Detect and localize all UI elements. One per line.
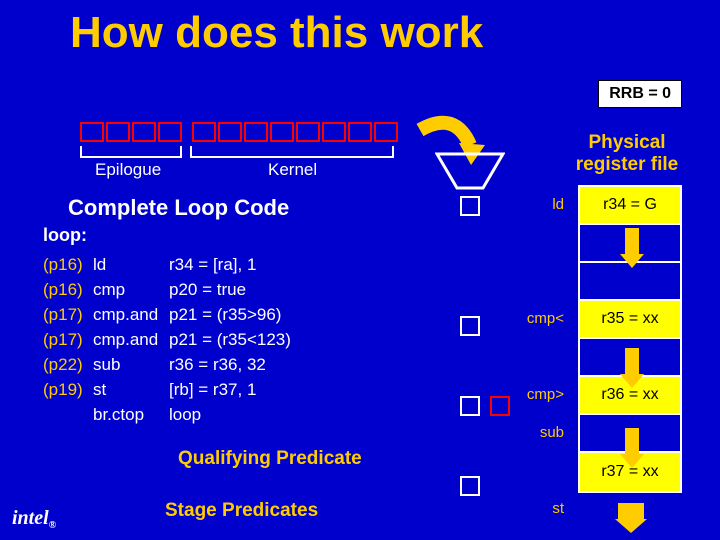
marker-box — [460, 476, 480, 496]
kernel-label: Kernel — [268, 160, 317, 180]
code-line: (p16) cmp p20 = true — [43, 277, 291, 302]
code-line: (p22) sub r36 = r36, 32 — [43, 352, 291, 377]
pipeline-row — [80, 122, 398, 142]
slide-title: How does this work — [70, 8, 483, 58]
epilogue-brace — [80, 146, 182, 158]
op-labels-column: ld cmp< cmp> sub st — [520, 185, 570, 527]
opcode: br.ctop — [93, 402, 169, 427]
predicate: (p16) — [43, 252, 93, 277]
opcode: cmp.and — [93, 302, 169, 327]
args: p21 = (r35>96) — [169, 302, 281, 327]
down-arrow-icon — [625, 348, 639, 376]
predicate — [43, 402, 93, 427]
pipeline-stage-box — [374, 122, 398, 142]
args: r34 = [ra], 1 — [169, 252, 256, 277]
op-label — [520, 261, 570, 299]
op-label — [520, 337, 570, 375]
marker-box-highlight — [490, 396, 510, 416]
op-label — [520, 223, 570, 261]
pipeline-stage-box — [158, 122, 182, 142]
op-label: ld — [520, 185, 570, 223]
prf-title: Physical register file — [562, 132, 692, 176]
opcode: cmp — [93, 277, 169, 302]
predicate: (p17) — [43, 302, 93, 327]
pipeline-stage-box — [132, 122, 156, 142]
down-arrow-icon — [625, 428, 639, 456]
marker-box — [460, 196, 480, 216]
slide: How does this work RRB = 0 Epilogue Kern… — [0, 0, 720, 540]
funnel-icon — [435, 152, 505, 200]
op-label — [520, 451, 570, 489]
pipeline-stage-box — [192, 122, 216, 142]
down-arrow-icon — [625, 228, 639, 256]
predicate: (p17) — [43, 327, 93, 352]
code-line: (p19) st [rb] = r37, 1 — [43, 377, 291, 402]
op-label: sub — [520, 413, 570, 451]
qualifying-predicate-label: Qualifying Predicate — [178, 448, 362, 470]
code-line: (p16) ld r34 = [ra], 1 — [43, 252, 291, 277]
opcode: st — [93, 377, 169, 402]
predicate: (p16) — [43, 277, 93, 302]
down-arrow-icon — [618, 503, 644, 521]
code-line: (p17) cmp.and p21 = (r35>96) — [43, 302, 291, 327]
marker-box — [460, 396, 480, 416]
kernel-brace — [190, 146, 394, 158]
op-label: cmp> — [520, 375, 570, 413]
args: [rb] = r37, 1 — [169, 377, 256, 402]
pipeline-stage-box — [244, 122, 268, 142]
opcode: sub — [93, 352, 169, 377]
prf-cell — [580, 263, 680, 301]
pipeline-stage-box — [348, 122, 372, 142]
code-line: (p17) cmp.and p21 = (r35<123) — [43, 327, 291, 352]
complete-loop-code-heading: Complete Loop Code — [68, 195, 289, 221]
args: p21 = (r35<123) — [169, 327, 291, 352]
prf-cell: r34 = G — [580, 187, 680, 225]
stage-predicates-label: Stage Predicates — [165, 500, 318, 522]
code-block: (p16) ld r34 = [ra], 1 (p16) cmp p20 = t… — [43, 252, 291, 427]
opcode: cmp.and — [93, 327, 169, 352]
pipeline-stage-box — [106, 122, 130, 142]
pipeline-stage-box — [80, 122, 104, 142]
code-line: br.ctop loop — [43, 402, 291, 427]
rrb-indicator: RRB = 0 — [598, 80, 682, 108]
predicate: (p22) — [43, 352, 93, 377]
args: p20 = true — [169, 277, 246, 302]
prf-cell: r35 = xx — [580, 301, 680, 339]
op-label: st — [520, 489, 570, 527]
epilogue-label: Epilogue — [95, 160, 161, 180]
pipeline-stage-box — [296, 122, 320, 142]
op-label: cmp< — [520, 299, 570, 337]
loop-label: loop: — [43, 225, 87, 246]
intel-logo: intel® — [12, 507, 56, 530]
marker-box — [460, 316, 480, 336]
args: r36 = r36, 32 — [169, 352, 266, 377]
predicate: (p19) — [43, 377, 93, 402]
pipeline-stage-box — [218, 122, 242, 142]
pipeline-stage-box — [270, 122, 294, 142]
pipeline-stage-box — [322, 122, 346, 142]
args: loop — [169, 402, 201, 427]
opcode: ld — [93, 252, 169, 277]
